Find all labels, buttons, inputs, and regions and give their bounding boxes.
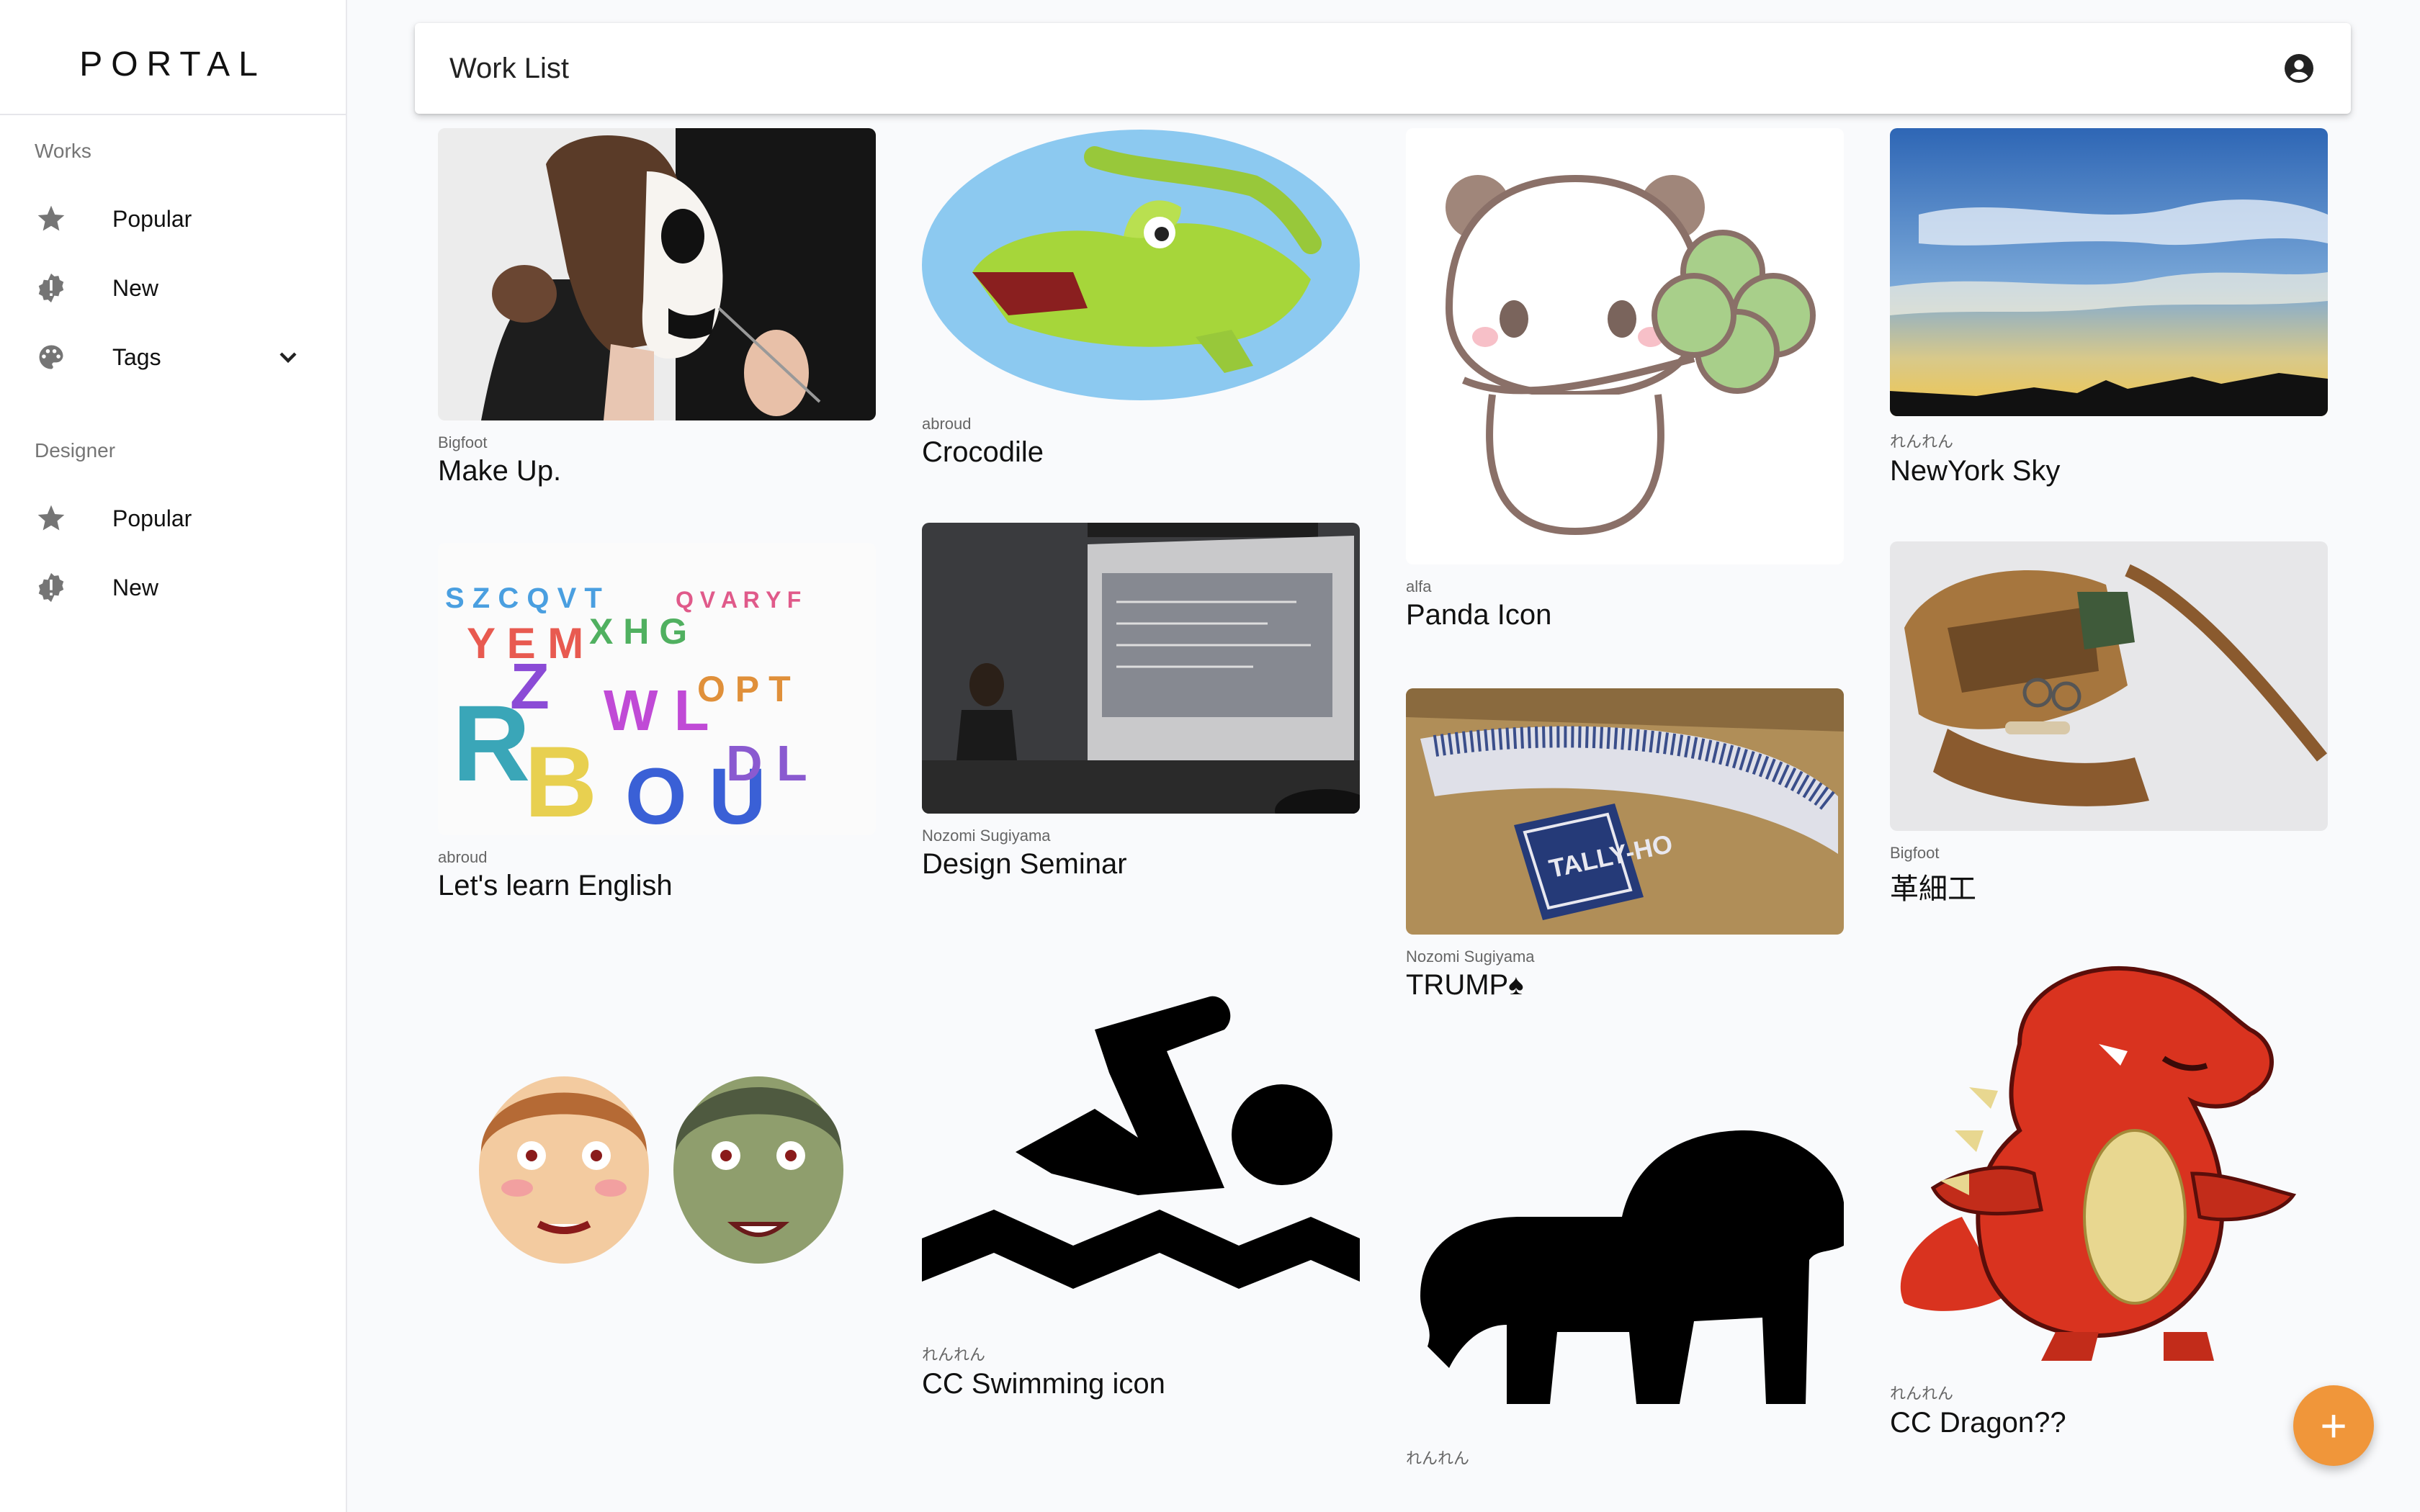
work-title[interactable]: TRUMP♠ — [1406, 969, 1844, 1002]
work-card[interactable]: れんれん NewYork Sky — [1890, 128, 2328, 487]
work-thumbnail-panda[interactable] — [1406, 128, 1844, 564]
work-thumbnail-lion[interactable] — [1406, 1001, 1844, 1433]
work-thumbnail-dragon[interactable] — [1890, 958, 2328, 1368]
sidebar-item-label: New — [112, 574, 159, 600]
sidebar-item-label: Tags — [112, 343, 161, 370]
work-title[interactable]: Panda Icon — [1406, 599, 1844, 631]
svg-text:O P T: O P T — [697, 669, 791, 709]
work-title[interactable]: NewYork Sky — [1890, 455, 2328, 487]
svg-text:B: B — [524, 725, 597, 835]
sidebar-item-works-popular[interactable]: Popular — [0, 184, 346, 253]
account-circle-icon[interactable] — [2282, 51, 2316, 86]
svg-text:W L: W L — [604, 678, 709, 742]
work-card[interactable]: alfa Panda Icon — [1406, 128, 1844, 631]
work-title[interactable]: Let's learn English — [438, 870, 876, 902]
work-author: abroud — [438, 848, 488, 866]
page-title: Work List — [449, 52, 569, 84]
svg-text:X H G: X H G — [589, 611, 687, 652]
work-author: Nozomi Sugiyama — [922, 827, 1051, 845]
new-badge-icon — [35, 571, 68, 604]
work-author: れんれん — [1890, 433, 1954, 451]
sidebar-item-label: New — [112, 274, 159, 301]
sidebar-item-designer-popular[interactable]: Popular — [0, 484, 346, 553]
top-app-bar: Work List — [415, 23, 2351, 114]
work-author: れんれん — [1890, 1385, 1954, 1403]
new-badge-icon — [35, 271, 68, 305]
work-card[interactable]: abroud Crocodile — [922, 128, 1360, 469]
work-author: alfa — [1406, 577, 1432, 595]
work-author: れんれん — [1406, 1449, 1470, 1467]
work-card[interactable]: れんれん — [1406, 1001, 1844, 1472]
chevron-down-icon[interactable] — [274, 343, 302, 372]
work-thumbnail-newyork-sky[interactable] — [1890, 128, 2328, 416]
sidebar-item-label: Popular — [112, 505, 192, 531]
sidebar-item-works-new[interactable]: New — [0, 253, 346, 323]
svg-text:Y E M: Y E M — [467, 619, 583, 667]
work-title[interactable]: Make Up. — [438, 455, 876, 487]
add-work-button[interactable]: + — [2293, 1385, 2374, 1466]
work-title[interactable]: CC Swimming icon — [922, 1368, 1360, 1400]
work-card[interactable]: Bigfoot Make Up. — [438, 128, 876, 487]
work-card[interactable]: れんれん CC Swimming icon — [922, 986, 1360, 1400]
work-title[interactable]: CC Dragon?? — [1890, 1407, 2328, 1439]
work-card[interactable]: Bigfoot 革細工 — [1890, 541, 2328, 907]
designer-section-heading: Designer — [35, 439, 116, 462]
work-author: Bigfoot — [1890, 844, 1940, 862]
work-card[interactable]: れんれん CC Dragon?? — [1890, 958, 2328, 1439]
work-author: れんれん — [922, 1346, 986, 1364]
work-thumbnail-english[interactable]: R B Z Y E M S Z C Q V T W L O U X H G O … — [438, 543, 876, 835]
work-title[interactable]: Crocodile — [922, 436, 1360, 469]
palette-icon — [35, 341, 68, 374]
brand-logo: PORTAL — [0, 0, 346, 115]
work-thumbnail-trump[interactable]: TALLY-HO — [1406, 688, 1844, 935]
work-card[interactable]: Nozomi Sugiyama Design Seminar — [922, 523, 1360, 881]
sidebar: PORTAL Works Popular New Tags Designer P… — [0, 0, 347, 1512]
works-section-heading: Works — [35, 140, 91, 162]
sidebar-item-label: Popular — [112, 205, 192, 232]
star-icon — [35, 202, 68, 235]
sidebar-item-works-tags[interactable]: Tags — [0, 323, 346, 392]
svg-text:S Z C Q V T: S Z C Q V T — [445, 582, 602, 614]
svg-text:Q V A R Y F: Q V A R Y F — [676, 587, 801, 613]
work-card[interactable]: TALLY-HO Nozomi Sugiyama TRUMP♠ — [1406, 688, 1844, 1002]
work-author: Nozomi Sugiyama — [1406, 948, 1535, 966]
sidebar-item-designer-new[interactable]: New — [0, 553, 346, 622]
work-thumbnail-swimming[interactable] — [922, 986, 1360, 1329]
work-title[interactable]: 革細工 — [1890, 865, 2328, 907]
work-author: abroud — [922, 415, 972, 433]
work-thumbnail-makeup[interactable] — [438, 128, 876, 420]
add-icon: + — [2320, 1400, 2347, 1452]
work-title[interactable]: Design Seminar — [922, 848, 1360, 881]
work-card[interactable]: R B Z Y E M S Z C Q V T W L O U X H G O … — [438, 543, 876, 902]
work-author: Bigfoot — [438, 433, 488, 451]
work-card[interactable] — [438, 1008, 876, 1303]
work-thumbnail-leather[interactable] — [1890, 541, 2328, 831]
star-icon — [35, 502, 68, 535]
work-thumbnail-crocodile[interactable] — [922, 128, 1360, 402]
work-thumbnail-faces[interactable] — [438, 1008, 876, 1303]
svg-text:D L: D L — [726, 735, 807, 791]
work-thumbnail-seminar[interactable] — [922, 523, 1360, 814]
